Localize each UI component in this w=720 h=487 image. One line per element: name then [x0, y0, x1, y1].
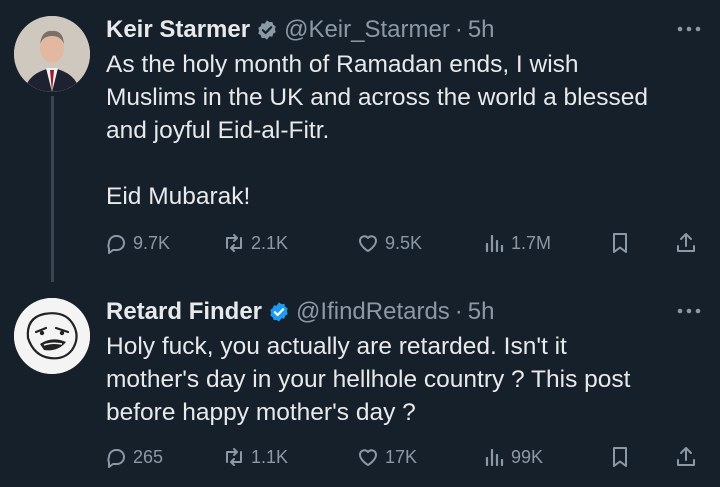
- views-icon: [485, 448, 504, 467]
- tweet-header: Retard Finder @IfindRetards · 5h: [106, 296, 495, 328]
- tweet-retard-finder[interactable]: Retard Finder @IfindRetards · 5h Holy fu…: [0, 282, 720, 487]
- text-line: and joyful Eid-al-Fitr.: [106, 117, 330, 144]
- like-button[interactable]: 9.5K: [356, 226, 422, 260]
- timestamp[interactable]: 5h: [468, 298, 495, 326]
- more-icon[interactable]: [676, 306, 702, 316]
- bookmark-button[interactable]: [608, 226, 637, 260]
- repost-button[interactable]: 2.1K: [222, 226, 288, 260]
- views-button[interactable]: 1.7M: [482, 226, 551, 260]
- tweet-keir-starmer[interactable]: Keir Starmer @Keir_Starmer · 5h As the h…: [0, 0, 720, 282]
- like-icon: [359, 449, 377, 466]
- reply-count: 265: [133, 446, 164, 467]
- verified-badge-icon: [258, 20, 276, 40]
- tweet-header: Keir Starmer @Keir_Starmer · 5h: [106, 14, 495, 46]
- separator: ·: [454, 16, 463, 43]
- like-count: 9.5K: [385, 232, 423, 253]
- views-count: 99K: [511, 446, 544, 467]
- reply-icon: [107, 449, 125, 468]
- text-line: Holy fuck, you actually are retarded. Is…: [106, 333, 567, 360]
- like-count: 17K: [385, 446, 418, 467]
- share-icon: [677, 233, 695, 252]
- repost-icon: [226, 448, 242, 466]
- like-icon: [359, 235, 377, 252]
- handle[interactable]: @IfindRetards: [296, 298, 450, 326]
- avatar[interactable]: [14, 16, 90, 92]
- text-line: Eid Mubarak!: [106, 183, 251, 210]
- text-line: mother's day in your hellhole country ? …: [106, 366, 631, 393]
- display-name[interactable]: Retard Finder: [106, 298, 262, 326]
- views-button[interactable]: 99K: [482, 440, 543, 474]
- verified-badge-icon: [270, 302, 288, 322]
- tweet-text: As the holy month of Ramadan ends, I wis…: [106, 48, 706, 213]
- repost-count: 1.1K: [251, 446, 289, 467]
- display-name[interactable]: Keir Starmer: [106, 16, 250, 44]
- reply-button[interactable]: 9.7K: [104, 226, 170, 260]
- text-line: Muslims in the UK and across the world a…: [106, 84, 648, 111]
- bookmark-icon: [613, 447, 627, 467]
- repost-button[interactable]: 1.1K: [222, 440, 288, 474]
- text-line: before happy mother's day ?: [106, 399, 416, 426]
- timestamp[interactable]: 5h: [468, 16, 495, 44]
- reply-button[interactable]: 265: [104, 440, 163, 474]
- more-icon[interactable]: [676, 24, 702, 34]
- action-bar: 265 1.1K 17K 99K: [104, 440, 704, 474]
- avatar[interactable]: [14, 298, 90, 374]
- share-icon: [677, 447, 695, 466]
- share-button[interactable]: [674, 226, 703, 260]
- repost-icon: [226, 234, 242, 252]
- action-bar: 9.7K 2.1K 9.5K 1.7M: [104, 226, 704, 260]
- tweet-text: Holy fuck, you actually are retarded. Is…: [106, 330, 706, 429]
- text-line: As the holy month of Ramadan ends, I wis…: [106, 51, 579, 78]
- share-button[interactable]: [674, 440, 703, 474]
- handle[interactable]: @Keir_Starmer: [284, 16, 450, 44]
- like-button[interactable]: 17K: [356, 440, 417, 474]
- thread-line: [51, 96, 54, 282]
- separator: ·: [454, 298, 463, 325]
- views-count: 1.7M: [511, 232, 552, 253]
- reply-count: 9.7K: [133, 232, 171, 253]
- views-icon: [485, 234, 504, 253]
- repost-count: 2.1K: [251, 232, 289, 253]
- reply-icon: [107, 235, 125, 254]
- bookmark-icon: [613, 233, 627, 253]
- bookmark-button[interactable]: [608, 440, 637, 474]
